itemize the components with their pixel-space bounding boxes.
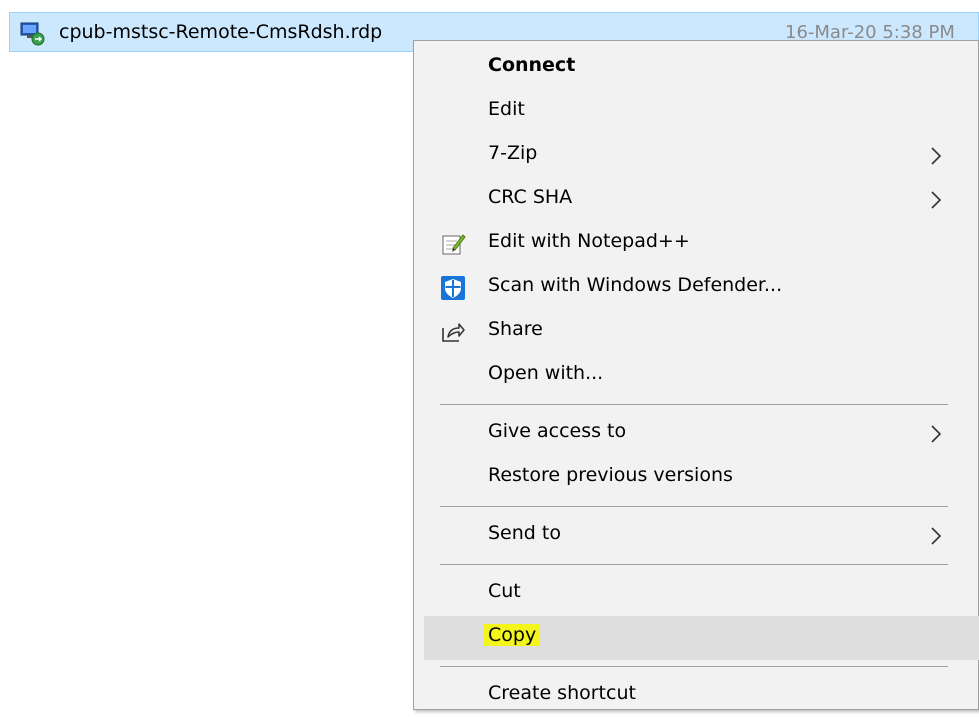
menu-item-label: Edit [488, 98, 525, 120]
menu-item-scan-windows-defender[interactable]: Scan with Windows Defender... [424, 266, 979, 310]
menu-item-label: CRC SHA [488, 186, 573, 208]
menu-item-label: Restore previous versions [488, 464, 733, 486]
menu-item-edit-with-notepad[interactable]: Edit with Notepad++ [424, 222, 979, 266]
menu-separator [440, 564, 948, 565]
menu-item-label: Give access to [488, 420, 627, 442]
notepad-plus-plus-icon [440, 231, 466, 257]
context-menu: Connect Edit 7-Zip CRC SHA Edit with Not… [413, 40, 979, 710]
menu-item-open-with[interactable]: Open with... [424, 354, 979, 398]
share-icon [440, 319, 466, 345]
menu-item-connect[interactable]: Connect [424, 46, 979, 90]
menu-separator [440, 506, 948, 507]
windows-defender-icon [440, 275, 466, 301]
menu-item-cut[interactable]: Cut [424, 572, 979, 616]
menu-item-edit[interactable]: Edit [424, 90, 979, 134]
menu-item-send-to[interactable]: Send to [424, 514, 979, 558]
menu-item-give-access-to[interactable]: Give access to [424, 412, 979, 456]
menu-item-7zip[interactable]: 7-Zip [424, 134, 979, 178]
menu-separator [440, 666, 948, 667]
menu-item-crc-sha[interactable]: CRC SHA [424, 178, 979, 222]
menu-item-label: Share [488, 318, 543, 340]
menu-item-create-shortcut[interactable]: Create shortcut [424, 674, 979, 718]
menu-item-label: Edit with Notepad++ [488, 230, 690, 252]
menu-item-copy[interactable]: Copy [424, 616, 979, 660]
chevron-right-icon [929, 524, 943, 548]
menu-item-label: Cut [488, 580, 521, 602]
chevron-right-icon [929, 144, 943, 168]
file-name: cpub-mstsc-Remote-CmsRdsh.rdp [59, 21, 383, 43]
menu-item-label: Send to [488, 522, 561, 544]
menu-item-label: Connect [488, 54, 576, 76]
highlight-mark: Copy [484, 624, 541, 646]
menu-item-share[interactable]: Share [424, 310, 979, 354]
rdp-file-icon [20, 22, 46, 46]
menu-item-label: 7-Zip [488, 142, 538, 164]
chevron-right-icon [929, 188, 943, 212]
menu-item-label: Create shortcut [488, 682, 636, 704]
menu-item-label: Copy [484, 624, 541, 646]
menu-item-label: Open with... [488, 362, 604, 384]
menu-separator [440, 404, 948, 405]
menu-item-restore-previous-versions[interactable]: Restore previous versions [424, 456, 979, 500]
chevron-right-icon [929, 422, 943, 446]
menu-item-label: Scan with Windows Defender... [488, 274, 783, 296]
